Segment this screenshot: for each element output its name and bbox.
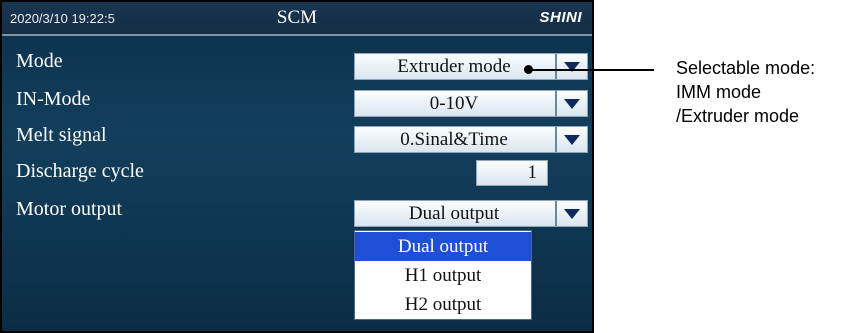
- discharge-cycle-label: Discharge cycle: [16, 160, 144, 182]
- option-dual-output[interactable]: Dual output: [355, 232, 531, 261]
- mode-select[interactable]: Extruder mode: [354, 53, 588, 80]
- mode-label: Mode: [16, 50, 63, 72]
- discharge-cycle-input[interactable]: 1: [476, 160, 548, 186]
- melt-signal-label: Melt signal: [16, 124, 107, 146]
- option-h1-output[interactable]: H1 output: [355, 261, 531, 290]
- mode-value: Extruder mode: [397, 55, 511, 77]
- callout-text: Selectable mode: IMM mode /Extruder mode: [676, 56, 815, 128]
- melt-signal-select[interactable]: 0.Sinal&Time: [354, 126, 588, 153]
- melt-signal-dropdown-button[interactable]: [555, 127, 587, 152]
- motor-output-select[interactable]: Dual output: [354, 200, 588, 227]
- motor-output-dropdown-button[interactable]: [555, 201, 587, 226]
- dropdown-arrow-icon: [564, 98, 580, 109]
- motor-output-dropdown-list: Dual output H1 output H2 output: [354, 230, 532, 320]
- dropdown-arrow-icon: [564, 208, 580, 219]
- brand-logo: SHINI: [539, 9, 582, 26]
- mode-dropdown-button[interactable]: [555, 54, 587, 79]
- hmi-screen: 2020/3/10 19:22:5 SCM SHINI Mode Extrude…: [0, 0, 594, 333]
- status-bar: 2020/3/10 19:22:5 SCM SHINI: [2, 2, 592, 36]
- callout-line-1: Selectable mode:: [676, 58, 816, 78]
- in-mode-dropdown-button[interactable]: [555, 91, 587, 116]
- callout-line-3: /Extruder mode: [676, 106, 800, 126]
- page-title: SCM: [276, 7, 318, 28]
- option-h2-output[interactable]: H2 output: [355, 290, 531, 319]
- motor-output-value: Dual output: [408, 202, 500, 224]
- callout-line-2: IMM mode: [676, 82, 762, 102]
- melt-signal-value: 0.Sinal&Time: [400, 128, 508, 150]
- motor-output-label: Motor output: [16, 198, 123, 220]
- in-mode-label: IN-Mode: [16, 88, 91, 110]
- in-mode-select[interactable]: 0-10V: [354, 90, 588, 117]
- in-mode-value: 0-10V: [429, 92, 479, 114]
- dropdown-arrow-icon: [564, 134, 580, 145]
- callout-line: [528, 69, 654, 71]
